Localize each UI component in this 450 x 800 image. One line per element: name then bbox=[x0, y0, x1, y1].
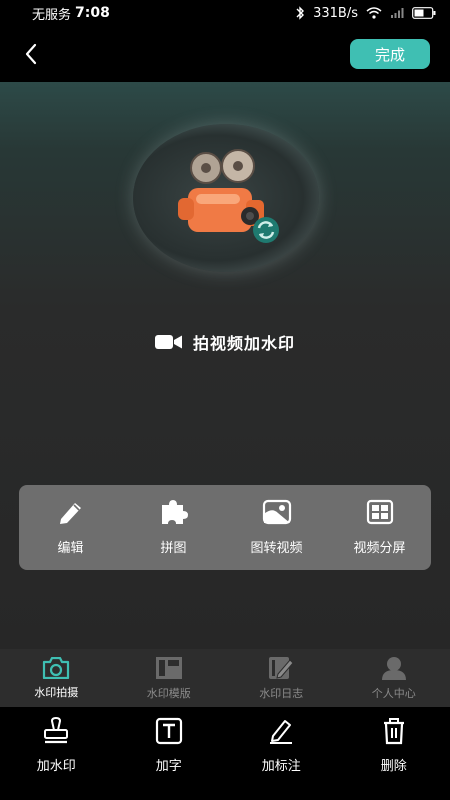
tool-split-screen-label: 视频分屏 bbox=[353, 541, 406, 556]
movie-camera-icon[interactable] bbox=[166, 144, 286, 254]
add-watermark-button[interactable]: 加水印 bbox=[6, 717, 106, 774]
tab-watermark-template[interactable]: 水印模版 bbox=[119, 656, 219, 701]
pencil-icon bbox=[59, 503, 81, 524]
video-camera-icon bbox=[154, 335, 182, 349]
action-bar: 加水印 加字 加标注 删除 bbox=[0, 707, 450, 800]
tab-profile[interactable]: 个人中心 bbox=[344, 656, 444, 701]
status-time: 7:08 bbox=[75, 5, 110, 21]
top-bar: 完成 bbox=[0, 26, 450, 82]
puzzle-icon bbox=[161, 500, 188, 524]
tool-image-to-video-label: 图转视频 bbox=[250, 541, 303, 556]
battery-icon bbox=[412, 7, 436, 19]
network-speed: 331B/s bbox=[313, 5, 358, 21]
trash-icon bbox=[383, 718, 404, 745]
annotate-icon bbox=[270, 720, 293, 744]
tab-profile-label: 个人中心 bbox=[371, 686, 416, 700]
status-left: 无服务 7:08 bbox=[32, 4, 110, 23]
delete-button[interactable]: 删除 bbox=[344, 717, 444, 774]
tool-edit[interactable]: 编辑 bbox=[23, 499, 119, 556]
tab-watermark-template-label: 水印模版 bbox=[146, 686, 191, 700]
carrier-text: 无服务 bbox=[32, 7, 72, 23]
tab-watermark-log[interactable]: 水印日志 bbox=[231, 656, 331, 701]
add-text-label: 加字 bbox=[155, 759, 182, 774]
add-watermark-label: 加水印 bbox=[36, 759, 76, 774]
add-text-button[interactable]: 加字 bbox=[119, 717, 219, 774]
tools-panel: 编辑 拼图 图转视频 视频分屏 bbox=[19, 485, 431, 570]
log-icon bbox=[269, 656, 294, 679]
main-stage: 拍视频加水印 编辑 拼图 图转视频 视频分屏 bbox=[0, 82, 450, 649]
bluetooth-icon bbox=[296, 6, 305, 20]
add-annotation-label: 加标注 bbox=[261, 759, 301, 774]
tool-split-screen[interactable]: 视频分屏 bbox=[332, 499, 428, 556]
tab-watermark-shoot[interactable]: 水印拍摄 bbox=[6, 656, 106, 700]
tab-watermark-log-label: 水印日志 bbox=[259, 686, 304, 700]
tab-watermark-shoot-label: 水印拍摄 bbox=[34, 685, 79, 699]
title-row[interactable]: 拍视频加水印 bbox=[0, 330, 450, 354]
tool-puzzle[interactable]: 拼图 bbox=[126, 499, 222, 556]
bottom-tab-bar: 水印拍摄 水印模版 水印日志 个人中心 bbox=[0, 649, 450, 707]
stamp-icon bbox=[44, 717, 69, 744]
wifi-icon bbox=[366, 7, 382, 19]
split-screen-icon bbox=[366, 499, 393, 525]
page-title: 拍视频加水印 bbox=[192, 334, 295, 353]
tool-edit-label: 编辑 bbox=[57, 541, 84, 556]
chevron-left-icon bbox=[25, 43, 37, 65]
text-icon bbox=[155, 717, 182, 745]
status-bar: 无服务 7:08 331B/s bbox=[0, 0, 450, 26]
user-icon bbox=[381, 656, 406, 680]
tool-image-to-video[interactable]: 图转视频 bbox=[229, 499, 325, 556]
done-button[interactable]: 完成 bbox=[350, 39, 430, 69]
template-icon bbox=[155, 656, 182, 679]
camera-icon bbox=[43, 656, 70, 679]
tool-puzzle-label: 拼图 bbox=[160, 541, 187, 556]
image-video-icon bbox=[262, 499, 291, 525]
back-button[interactable] bbox=[16, 39, 46, 69]
signal-icon bbox=[391, 8, 404, 18]
delete-label: 删除 bbox=[380, 759, 407, 774]
status-right: 331B/s bbox=[295, 6, 436, 21]
add-annotation-button[interactable]: 加标注 bbox=[231, 717, 331, 774]
